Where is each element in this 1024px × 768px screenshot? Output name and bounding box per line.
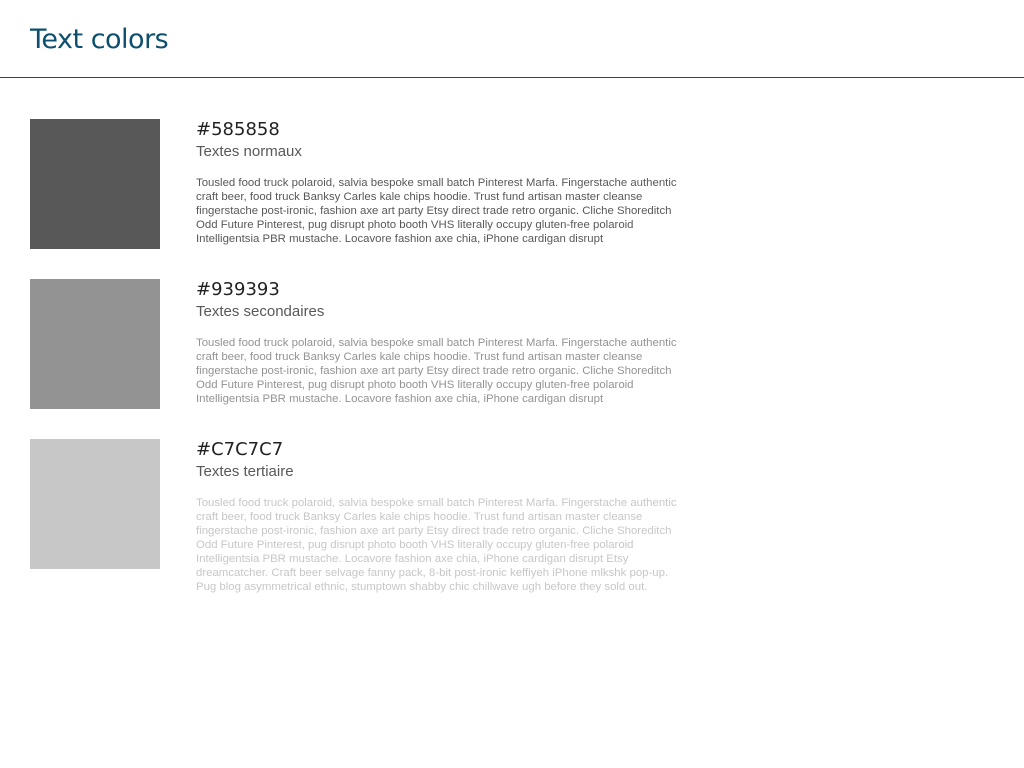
color-swatch-list: #585858 Textes normaux Tousled food truc… [30, 119, 730, 599]
color-info: #939393 Textes secondaires Tousled food … [196, 279, 696, 406]
color-swatch-entry: #585858 Textes normaux Tousled food truc… [30, 119, 730, 279]
sample-text: Tousled food truck polaroid, salvia besp… [196, 177, 677, 245]
sample-text: Tousled food truck polaroid, salvia besp… [196, 497, 677, 593]
color-chip [30, 119, 160, 249]
sample-text: Tousled food truck polaroid, salvia besp… [196, 337, 677, 405]
color-info: #585858 Textes normaux Tousled food truc… [196, 119, 696, 246]
color-swatch-entry: #C7C7C7 Textes tertiaire Tousled food tr… [30, 439, 730, 599]
usage-label: Textes secondaires [196, 303, 325, 320]
color-chip [30, 279, 160, 409]
hex-code: #C7C7C7 [196, 439, 284, 460]
color-chip [30, 439, 160, 569]
page-header: Text colors [0, 0, 1024, 78]
usage-label: Textes normaux [196, 143, 302, 160]
hex-code: #585858 [196, 119, 280, 140]
usage-label: Textes tertiaire [196, 463, 294, 480]
color-info: #C7C7C7 Textes tertiaire Tousled food tr… [196, 439, 696, 594]
color-swatch-entry: #939393 Textes secondaires Tousled food … [30, 279, 730, 439]
page-title: Text colors [30, 24, 169, 55]
hex-code: #939393 [196, 279, 280, 300]
